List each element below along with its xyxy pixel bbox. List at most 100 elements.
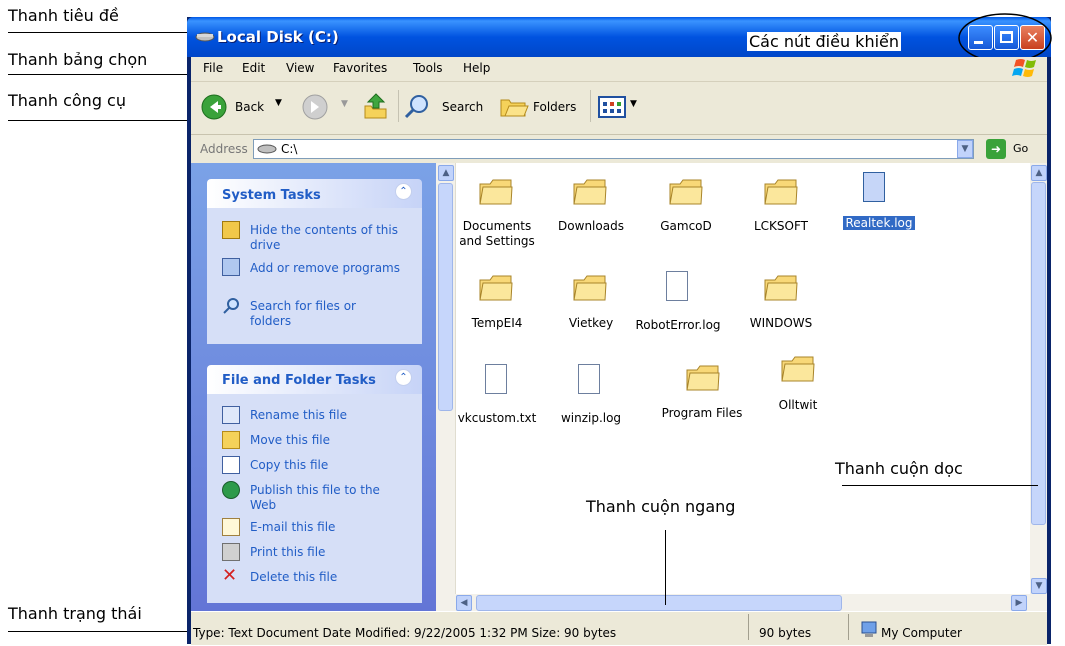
task-pane-scroll-thumb[interactable] <box>438 183 453 411</box>
toolbar-separator <box>398 90 399 122</box>
file-item[interactable]: LCKSOFT <box>739 219 823 234</box>
file-item[interactable]: vkcustom.txt <box>454 411 540 426</box>
scroll-left-button[interactable]: ◀ <box>456 595 472 611</box>
file-item-selected[interactable]: Realtek.log <box>839 216 919 231</box>
delete-icon: ✕ <box>222 565 238 586</box>
file-item[interactable]: TempEI4 <box>454 316 540 331</box>
file-item[interactable]: WINDOWS <box>739 316 823 331</box>
folders-label: Folders <box>533 100 577 114</box>
folder-icon <box>686 365 720 391</box>
views-dropdown-icon: ▼ <box>630 99 637 109</box>
annotation-line <box>842 485 1038 486</box>
file-item[interactable]: Downloads <box>549 219 633 234</box>
annotation-line <box>8 32 208 33</box>
task-print-file[interactable]: Print this file <box>250 545 325 560</box>
annotation-status-bar: Thanh trạng thái <box>8 604 142 623</box>
folder-icon <box>573 179 607 205</box>
back-arrow-icon <box>201 94 227 120</box>
horizontal-scroll-thumb[interactable] <box>476 595 842 611</box>
search-icon <box>223 298 239 314</box>
annotation-line <box>665 530 666 605</box>
email-icon <box>222 518 240 536</box>
scroll-right-button[interactable]: ▶ <box>1011 595 1027 611</box>
file-item[interactable]: Documents and Settings <box>454 219 540 249</box>
file-item[interactable]: Program Files <box>652 406 752 421</box>
task-rename-file[interactable]: Rename this file <box>250 408 347 423</box>
scroll-down-button[interactable]: ▼ <box>1031 578 1047 594</box>
forward-dropdown-icon[interactable]: ▼ <box>341 99 348 109</box>
menu-edit[interactable]: Edit <box>242 61 265 75</box>
menu-file[interactable]: File <box>203 61 223 75</box>
file-item[interactable]: RobotError.log <box>626 318 730 333</box>
status-location: My Computer <box>881 626 962 640</box>
folder-icon <box>764 275 798 301</box>
back-dropdown-icon[interactable]: ▼ <box>275 98 282 108</box>
task-move-file[interactable]: Move this file <box>250 433 330 448</box>
annotation-line <box>8 631 193 632</box>
annotation-line <box>8 120 198 121</box>
file-item[interactable]: winzip.log <box>549 411 633 426</box>
task-email-file[interactable]: E-mail this file <box>250 520 335 535</box>
address-input[interactable] <box>253 139 974 159</box>
go-button[interactable]: ➜ Go <box>986 139 1034 159</box>
task-search-files[interactable]: Search for files or folders <box>250 299 400 329</box>
add-remove-programs-icon <box>222 258 240 276</box>
status-separator <box>848 614 849 640</box>
forward-button[interactable] <box>302 94 328 120</box>
menu-help[interactable]: Help <box>463 61 490 75</box>
folder-icon <box>764 179 798 205</box>
drive-icon <box>195 32 215 42</box>
search-button[interactable]: Search <box>404 94 488 120</box>
status-info: Type: Text Document Date Modified: 9/22/… <box>193 626 617 640</box>
address-value: C:\ <box>281 142 298 156</box>
folders-icon <box>500 99 529 117</box>
annotation-toolbar: Thanh công cụ <box>8 91 126 110</box>
annotation-title-bar: Thanh tiêu đề <box>8 6 119 25</box>
menu-tools[interactable]: Tools <box>413 61 443 75</box>
folder-icon <box>573 275 607 301</box>
copy-icon <box>222 456 240 474</box>
document-icon <box>485 364 507 394</box>
file-folder-tasks-title: File and Folder Tasks <box>222 373 376 388</box>
collapse-file-tasks-icon[interactable]: ⌃ <box>395 369 412 386</box>
vertical-scroll-thumb[interactable] <box>1031 182 1046 525</box>
print-icon <box>222 543 240 561</box>
selected-file-label: Realtek.log <box>843 216 915 230</box>
address-label: Address <box>200 142 248 156</box>
address-dropdown-button[interactable]: ▼ <box>957 140 973 158</box>
task-publish-web[interactable]: Publish this file to the Web <box>250 483 400 513</box>
document-icon <box>666 271 688 301</box>
my-computer-icon <box>861 621 877 637</box>
document-icon <box>578 364 600 394</box>
menu-favorites[interactable]: Favorites <box>333 61 387 75</box>
up-folder-button[interactable] <box>362 92 390 122</box>
folders-button[interactable]: Folders <box>499 94 583 120</box>
folder-icon <box>479 179 513 205</box>
annotation-vertical-scroll: Thanh cuộn dọc <box>835 459 963 478</box>
search-icon <box>404 95 428 119</box>
search-label: Search <box>442 100 484 114</box>
task-hide-contents[interactable]: Hide the contents of this drive <box>250 223 400 253</box>
task-pane-scroll-up-button[interactable]: ▲ <box>438 165 454 181</box>
back-button[interactable]: Back ▼ <box>201 94 283 120</box>
status-size: 90 bytes <box>759 626 812 640</box>
collapse-system-tasks-icon[interactable]: ⌃ <box>395 183 412 200</box>
task-copy-file[interactable]: Copy this file <box>250 458 328 473</box>
folder-icon <box>781 356 815 382</box>
file-item[interactable]: GamcoD <box>644 219 728 234</box>
status-separator <box>748 614 749 640</box>
go-label: Go <box>1013 142 1029 155</box>
annotation-horizontal-scroll: Thanh cuộn ngang <box>586 497 736 516</box>
file-item[interactable]: Olltwit <box>756 398 840 413</box>
folder-icon <box>669 179 703 205</box>
scroll-up-button[interactable]: ▲ <box>1031 165 1047 181</box>
task-delete-file[interactable]: Delete this file <box>250 570 337 585</box>
toolbar-separator <box>590 90 591 122</box>
folder-icon <box>479 275 513 301</box>
task-add-remove-programs[interactable]: Add or remove programs <box>250 261 400 276</box>
back-label: Back <box>235 100 265 114</box>
annotation-control-buttons: Các nút điều khiển <box>747 32 902 51</box>
views-button[interactable]: ▼ <box>597 94 643 120</box>
file-item[interactable]: Vietkey <box>549 316 633 331</box>
menu-view[interactable]: View <box>286 61 314 75</box>
